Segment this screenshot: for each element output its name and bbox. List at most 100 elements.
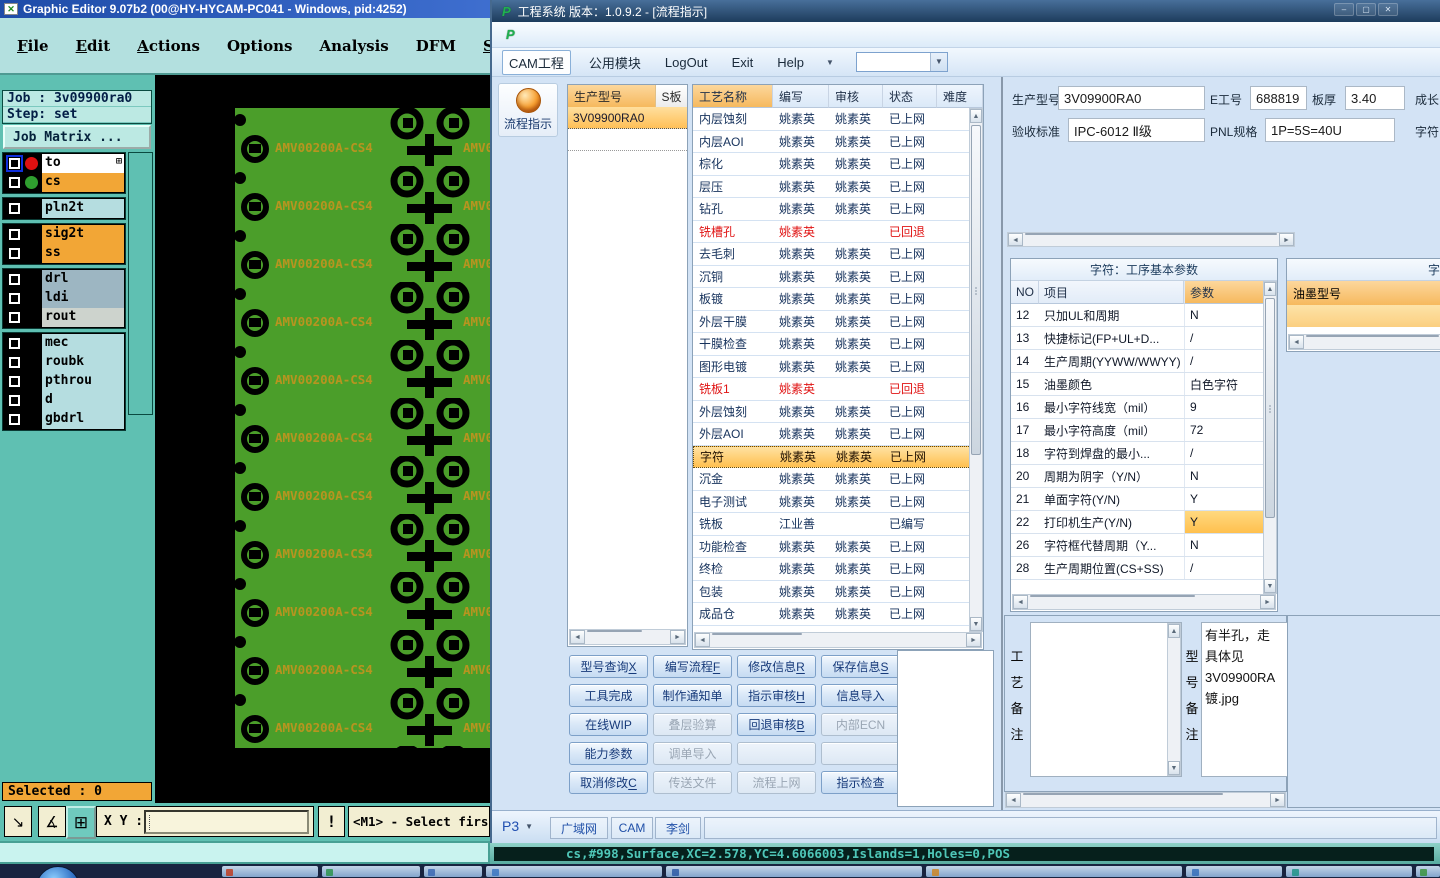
xy-input[interactable] [144, 810, 309, 834]
process-row[interactable]: 外层AOI 姚素英 姚素英 已上网 [693, 423, 971, 446]
taskbar-button[interactable] [486, 866, 662, 877]
ge-menu-file[interactable]: File [17, 37, 49, 55]
button-制作通知单[interactable]: 制作通知单 [653, 684, 732, 707]
layer-row-rout[interactable]: rout [4, 308, 124, 327]
layer-checkbox[interactable] [11, 314, 18, 321]
layer-label[interactable]: rout [42, 308, 124, 327]
layer-label[interactable]: drl [42, 270, 124, 289]
process-row[interactable]: 板镀 姚素英 姚素英 已上网 [693, 288, 971, 311]
button-指示审核[interactable]: 指示审核 H [737, 684, 816, 707]
scroll-left-icon[interactable]: ◄ [1006, 793, 1021, 807]
button-型号查询[interactable]: 型号查询 X [569, 655, 648, 678]
empty-list-box[interactable] [897, 650, 994, 807]
process-row[interactable]: 干膜检查 姚素英 姚素英 已上网 [693, 333, 971, 356]
layer-checkbox[interactable] [11, 250, 18, 257]
process-column-header[interactable]: 工艺名称 [693, 85, 773, 108]
layer-label[interactable]: d [42, 391, 124, 410]
layer-row-cs[interactable]: cs [4, 173, 124, 192]
process-row[interactable]: 棕化 姚素英 姚素英 已上网 [693, 153, 971, 176]
layer-checkbox[interactable] [11, 416, 18, 423]
ink-hscrollbar[interactable]: ◄ [1288, 334, 1440, 350]
layer-row-mec[interactable]: mec [4, 334, 124, 353]
alert-button[interactable]: ! [318, 806, 345, 837]
button-指示检查[interactable]: 指示检查 [821, 771, 900, 794]
scroll-left-icon[interactable]: ◄ [570, 630, 585, 644]
thickness-field[interactable]: 3.40 [1345, 86, 1405, 110]
process-row[interactable]: 钻孔 姚素英 姚素英 已上网 [693, 198, 971, 221]
scroll-thumb[interactable] [1030, 595, 1195, 597]
process-row[interactable]: 终检 姚素英 姚素英 已上网 [693, 558, 971, 581]
layer-row-pln2t[interactable]: pln2t [4, 199, 124, 218]
param-column-header[interactable]: 项目 [1039, 281, 1184, 304]
taskbar-button[interactable] [222, 866, 318, 877]
layer-checkbox[interactable] [11, 359, 18, 366]
maximize-button[interactable]: ▢ [1356, 3, 1376, 16]
param-vscrollbar[interactable]: ▲ ▼ [1263, 281, 1277, 594]
ink-empty-row[interactable] [1287, 305, 1440, 327]
layer-row-drl[interactable]: drl [4, 270, 124, 289]
param-row[interactable]: 28 生产周期位置(CS+SS) / [1011, 557, 1264, 580]
scroll-left-icon[interactable]: ◄ [695, 633, 710, 647]
layer-row-ldi[interactable]: ldi [4, 289, 124, 308]
layer-label[interactable]: ldi [42, 289, 124, 308]
layer-label[interactable]: pln2t [42, 199, 124, 218]
layer-label[interactable]: ss [42, 244, 124, 263]
taskbar-button[interactable] [1286, 866, 1412, 877]
cam-menu-3[interactable]: LogOut [659, 53, 714, 72]
ge-menu-options[interactable]: Options [227, 37, 293, 55]
layer-row-ss[interactable]: ss [4, 244, 124, 263]
layer-checkbox[interactable] [11, 160, 18, 167]
ink-column-header[interactable]: 油墨型号 [1287, 281, 1440, 305]
layer-checkbox[interactable] [11, 231, 18, 238]
layer-row-to[interactable]: to ⊞ [4, 154, 124, 173]
process-column-header[interactable]: 审核 [829, 85, 883, 108]
cam-menu-4[interactable]: Exit [726, 53, 760, 72]
button-信息导入[interactable]: 信息导入 [821, 684, 900, 707]
pnl-field[interactable]: 1P=5S=40U [1265, 118, 1395, 142]
layer-label[interactable]: roubk [42, 353, 124, 372]
std-field[interactable]: IPC-6012 Ⅱ级 [1068, 118, 1205, 142]
taskbar-button[interactable] [424, 866, 482, 877]
taskbar-button[interactable] [926, 866, 1182, 877]
zoom-arrow-button[interactable]: ↘ [4, 806, 32, 837]
scroll-thumb[interactable] [1023, 793, 1223, 795]
model-field[interactable]: 3V09900RA0 [1058, 86, 1205, 110]
eid-field[interactable]: 688819 [1250, 86, 1307, 110]
layer-checkbox[interactable] [11, 179, 18, 186]
scroll-up-icon[interactable]: ▲ [970, 109, 982, 123]
button-编写流程[interactable]: 编写流程 F [653, 655, 732, 678]
param-column-header[interactable]: NO [1011, 281, 1039, 304]
ge-menu-dfm[interactable]: DFM [416, 37, 456, 55]
windows-start-orb[interactable] [36, 866, 80, 878]
close-button[interactable]: ✕ [1378, 3, 1398, 16]
scroll-up-icon[interactable]: ▲ [1264, 282, 1276, 296]
measure-angle-button[interactable]: ∡ [38, 806, 66, 837]
scroll-thumb[interactable] [587, 630, 642, 632]
scroll-right-icon[interactable]: ► [1270, 793, 1285, 807]
layer-row-pthrou[interactable]: pthrou [4, 372, 124, 391]
tile-view-button[interactable]: ⊞ [66, 806, 96, 839]
model-hscrollbar[interactable]: ◄ ► [569, 629, 686, 645]
model-note-textarea[interactable]: 有半孔，走 具体见 3V09900RA 镀.jpg [1201, 622, 1287, 777]
param-column-header[interactable]: 参数 [1184, 281, 1264, 304]
layer-checkbox[interactable] [11, 378, 18, 385]
layer-checkbox[interactable] [11, 295, 18, 302]
layer-label[interactable]: gbdrl [42, 410, 124, 429]
help-dropdown-icon[interactable]: ▼ [826, 58, 834, 67]
ge-menu-analysis[interactable]: Analysis [319, 37, 388, 55]
process-row[interactable]: 成品仓 姚素英 姚素英 已上网 [693, 603, 971, 626]
layer-label[interactable]: sig2t [42, 225, 124, 244]
process-row[interactable]: 内层蚀刻 姚素英 姚素英 已上网 [693, 108, 971, 131]
param-row[interactable]: 14 生产周期(YYWW/WWYY) / [1011, 350, 1264, 373]
scroll-down-icon[interactable]: ▼ [970, 617, 982, 631]
scroll-left-icon[interactable]: ◄ [1289, 335, 1304, 349]
layer-checkbox[interactable] [11, 276, 18, 283]
taskbar-button[interactable] [1416, 866, 1440, 877]
scroll-thumb[interactable] [712, 633, 802, 635]
layer-label[interactable]: mec [42, 334, 124, 353]
layer-checkbox[interactable] [11, 340, 18, 347]
taskbar-button[interactable] [666, 866, 922, 877]
button-取消修改[interactable]: 取消修改 C [569, 771, 648, 794]
button-能力参数[interactable]: 能力参数 [569, 742, 648, 765]
cam-menu-1[interactable]: CAM工程 [502, 49, 571, 75]
